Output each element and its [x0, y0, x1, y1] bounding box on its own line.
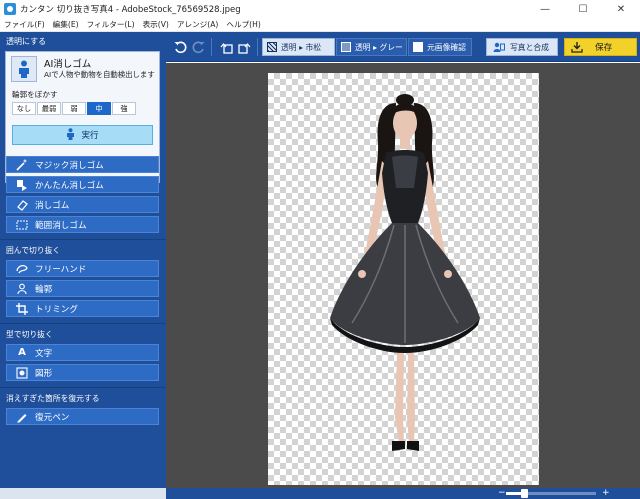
divider: [0, 239, 166, 240]
outline-label: 輪郭: [35, 284, 53, 295]
range-eraser-button[interactable]: 範囲消しゴム: [6, 216, 159, 233]
cutout-image[interactable]: [268, 73, 539, 485]
menu-view[interactable]: 表示(V): [139, 19, 173, 30]
blur-option-weak[interactable]: 弱: [62, 102, 86, 115]
magic-eraser-button[interactable]: マジック消しゴム: [6, 156, 159, 173]
woman-in-dress-image: [330, 94, 480, 451]
zoom-out-icon[interactable]: −: [498, 488, 506, 499]
blur-label: 輪郭をぼかす: [12, 90, 58, 99]
status-bar-left: [0, 488, 166, 499]
group-enclose-heading: 囲んで切り抜く: [6, 246, 61, 255]
magic-wand-icon: [15, 158, 29, 172]
rotate-right-icon[interactable]: [237, 40, 251, 54]
blur-option-strong[interactable]: 強: [112, 102, 136, 115]
trimming-button[interactable]: トリミング: [6, 300, 159, 317]
redo-icon[interactable]: [191, 40, 205, 54]
zoom-in-icon[interactable]: +: [602, 488, 610, 499]
menu-file[interactable]: ファイル(F): [0, 19, 49, 30]
restore-pen-button[interactable]: 復元ペン: [6, 408, 159, 425]
canvas-area[interactable]: [166, 63, 640, 488]
shapes-icon: [15, 366, 29, 380]
range-select-icon: [15, 218, 29, 232]
text-cut-label: 文字: [35, 348, 53, 359]
trimming-label: トリミング: [35, 304, 78, 315]
group-shape-heading: 型で切り抜く: [6, 330, 53, 339]
person-icon: [66, 127, 75, 143]
bg-checker-label: 透明 ▸ 市松: [281, 42, 322, 52]
crop-icon: [15, 302, 29, 316]
view-original-button[interactable]: 元画像確認: [408, 38, 472, 56]
pen-icon: [15, 410, 29, 424]
eraser-icon: [15, 198, 29, 212]
save-label: 保存: [595, 43, 613, 53]
status-bar: − +: [0, 488, 640, 499]
easy-eraser-label: かんたん消しゴム: [35, 180, 104, 191]
ai-eraser-title: AI消しゴム: [44, 59, 92, 70]
blur-options: なし 最弱 弱 中 強: [12, 102, 137, 115]
merge-photo-icon: [493, 42, 505, 53]
menu-arrange[interactable]: アレンジ(A): [173, 19, 223, 30]
freehand-label: フリーハンド: [35, 264, 87, 275]
merge-photo-label: 写真と合成: [510, 42, 549, 52]
left-panel: 透明にする AI消しゴム AIで人物や動物を自動検出します 輪郭をぼかす なし …: [0, 32, 166, 488]
outline-button[interactable]: 輪郭: [6, 280, 159, 297]
easy-eraser-button[interactable]: かんたん消しゴム: [6, 176, 159, 193]
section-transparent: 透明にする: [6, 37, 47, 46]
person-icon: [11, 56, 37, 82]
execute-label: 実行: [81, 131, 99, 141]
view-original-label: 元画像確認: [427, 42, 466, 52]
restore-pen-label: 復元ペン: [35, 412, 70, 423]
checker-icon: [267, 42, 277, 52]
bg-gray-label: 透明 ▸ グレー: [355, 42, 403, 52]
eraser-button[interactable]: 消しゴム: [6, 196, 159, 213]
gray-square-icon: [341, 42, 351, 52]
save-button[interactable]: 保存: [564, 38, 637, 56]
outline-person-icon: [15, 282, 29, 296]
menu-edit[interactable]: 編集(E): [49, 19, 83, 30]
divider: [0, 323, 166, 324]
bg-checker-button[interactable]: 透明 ▸ 市松: [262, 38, 335, 56]
menu-help[interactable]: ヘルプ(H): [222, 19, 264, 30]
group-restore-heading: 消えすぎた箇所を復元する: [6, 394, 100, 403]
blur-option-medium[interactable]: 中: [87, 102, 111, 115]
download-icon: [571, 41, 583, 53]
blur-option-none[interactable]: なし: [12, 102, 36, 115]
freehand-icon: [15, 262, 29, 276]
freehand-button[interactable]: フリーハンド: [6, 260, 159, 277]
undo-icon[interactable]: [173, 40, 187, 54]
rotate-left-icon[interactable]: [219, 40, 233, 54]
eraser-label: 消しゴム: [35, 200, 70, 211]
toolbar-divider: [257, 38, 258, 56]
white-square-icon: [413, 42, 423, 52]
close-button[interactable]: ✕: [602, 0, 640, 18]
text-cut-button[interactable]: A 文字: [6, 344, 159, 361]
app-icon: [4, 3, 16, 15]
divider: [0, 387, 166, 388]
shape-cut-label: 図形: [35, 368, 53, 379]
bg-gray-button[interactable]: 透明 ▸ グレー: [336, 38, 407, 56]
zoom-slider-handle[interactable]: [521, 489, 528, 498]
shape-cut-button[interactable]: 図形: [6, 364, 159, 381]
letter-a-icon: A: [18, 347, 26, 358]
maximize-button[interactable]: ☐: [564, 0, 602, 18]
zoom-slider[interactable]: [506, 492, 596, 495]
merge-photo-button[interactable]: 写真と合成: [486, 38, 558, 56]
title-bar: カンタン 切り抜き写真4 - AdobeStock_76569528.jpeg …: [0, 0, 640, 18]
magic-eraser-label: マジック消しゴム: [35, 160, 104, 171]
window-title: カンタン 切り抜き写真4 - AdobeStock_76569528.jpeg: [20, 5, 241, 15]
menu-filter[interactable]: フィルター(L): [83, 19, 139, 30]
blur-option-weakest[interactable]: 最弱: [37, 102, 61, 115]
menu-bar: ファイル(F) 編集(E) フィルター(L) 表示(V) アレンジ(A) ヘルプ…: [0, 18, 640, 32]
range-eraser-label: 範囲消しゴム: [35, 220, 87, 231]
ai-eraser-description: AIで人物や動物を自動検出します: [44, 70, 155, 79]
execute-button[interactable]: 実行: [12, 125, 153, 145]
easy-eraser-icon: [15, 178, 29, 192]
minimize-button[interactable]: —: [526, 0, 564, 18]
toolbar-divider: [211, 38, 212, 56]
